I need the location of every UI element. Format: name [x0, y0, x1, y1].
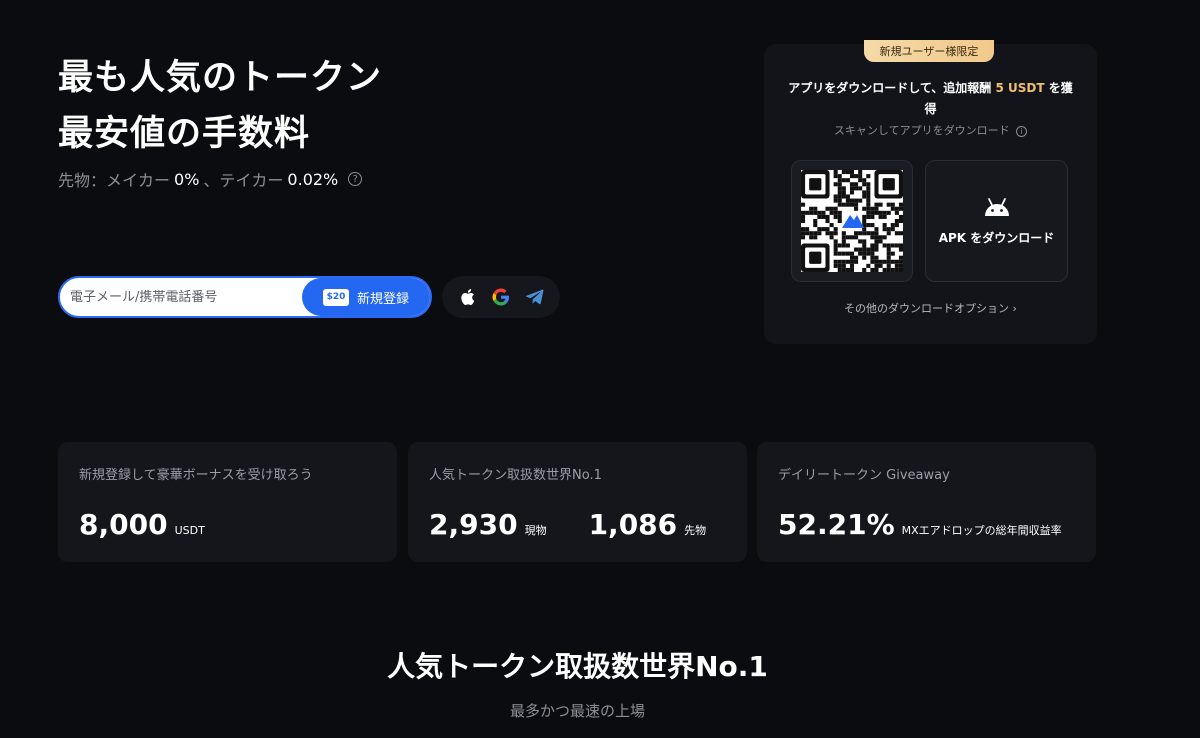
telegram-icon[interactable] [524, 286, 546, 308]
google-icon[interactable] [490, 286, 512, 308]
fees-mid: 、テイカー [203, 171, 284, 190]
taker-fee: 0.02% [287, 169, 339, 189]
apk-download-button[interactable]: APK をダウンロード [925, 160, 1068, 282]
download-title-prefix: アプリをダウンロードして、追加報酬 [788, 81, 992, 95]
help-icon[interactable]: ? [348, 172, 363, 186]
signup-form: $20 新規登録 [58, 276, 432, 318]
download-reward: 5 USDT [995, 81, 1045, 95]
gift-badge-icon: $20 [322, 288, 349, 306]
email-phone-input[interactable] [60, 289, 302, 305]
apple-icon[interactable] [456, 286, 478, 308]
stat-label: 人気トークン取扱数世界No.1 [429, 468, 602, 483]
fees-info: 先物：メイカー 0% 、テイカー 0.02% ? [58, 167, 363, 191]
maker-fee: 0% [174, 169, 200, 189]
hero-title-line1: 最も人気のトークン [58, 58, 383, 98]
stat-value-futures: 1,086 [588, 508, 678, 541]
signup-button[interactable]: $20 新規登録 [302, 278, 430, 316]
section-subtitle: 最多かつ最速の上場 [509, 702, 645, 720]
hero-title: 最も人気のトークン 最安値の手数料 [58, 50, 382, 162]
qr-code [791, 160, 913, 282]
stat-value-spot: 2,930 [429, 508, 518, 541]
social-login [442, 276, 560, 318]
stat-unit: MXエアドロップの総年間収益率 [901, 524, 1062, 537]
stat-card-tokens[interactable]: 人気トークン取扱数世界No.1 2,930 現物 1,086 先物 [408, 442, 747, 562]
apk-download-label: APK をダウンロード [938, 230, 1055, 245]
info-icon[interactable]: i [1016, 126, 1028, 137]
hero-title-line2: 最安値の手数料 [58, 114, 311, 154]
app-download-card: 新規ユーザー様限定 アプリをダウンロードして、追加報酬 5 USDT を獲得 ス… [764, 40, 1097, 344]
stat-label: デイリートークン Giveaway [778, 468, 950, 483]
section-title: 人気トークン取扱数世界No.1 [387, 650, 768, 683]
stat-unit-futures: 先物 [684, 524, 707, 537]
new-user-badge: 新規ユーザー様限定 [864, 40, 994, 62]
fees-prefix: 先物：メイカー [58, 171, 171, 190]
more-download-options-link[interactable]: その他のダウンロードオプション › [764, 300, 1097, 316]
download-subtitle: スキャンしてアプリをダウンロード i [764, 122, 1097, 138]
android-icon [984, 197, 1009, 216]
qr-code-icon [801, 170, 903, 272]
stat-value: 52.21% [778, 508, 895, 541]
more-options-label: その他のダウンロードオプション [844, 302, 1010, 315]
chevron-right-icon: › [1012, 302, 1017, 315]
stat-label: 新規登録して豪華ボーナスを受け取ろう [79, 468, 313, 483]
download-title: アプリをダウンロードして、追加報酬 5 USDT を獲得 [786, 78, 1075, 120]
stat-card-giveaway[interactable]: デイリートークン Giveaway 52.21% MXエアドロップの総年間収益率 [757, 442, 1096, 562]
signup-button-label: 新規登録 [356, 291, 409, 307]
stat-unit-spot: 現物 [524, 524, 547, 537]
download-subtitle-text: スキャンしてアプリをダウンロード [833, 124, 1010, 137]
stat-card-bonus[interactable]: 新規登録して豪華ボーナスを受け取ろう 8,000 USDT [58, 442, 397, 562]
stat-value: 8,000 [79, 508, 168, 541]
stat-unit: USDT [174, 524, 205, 537]
